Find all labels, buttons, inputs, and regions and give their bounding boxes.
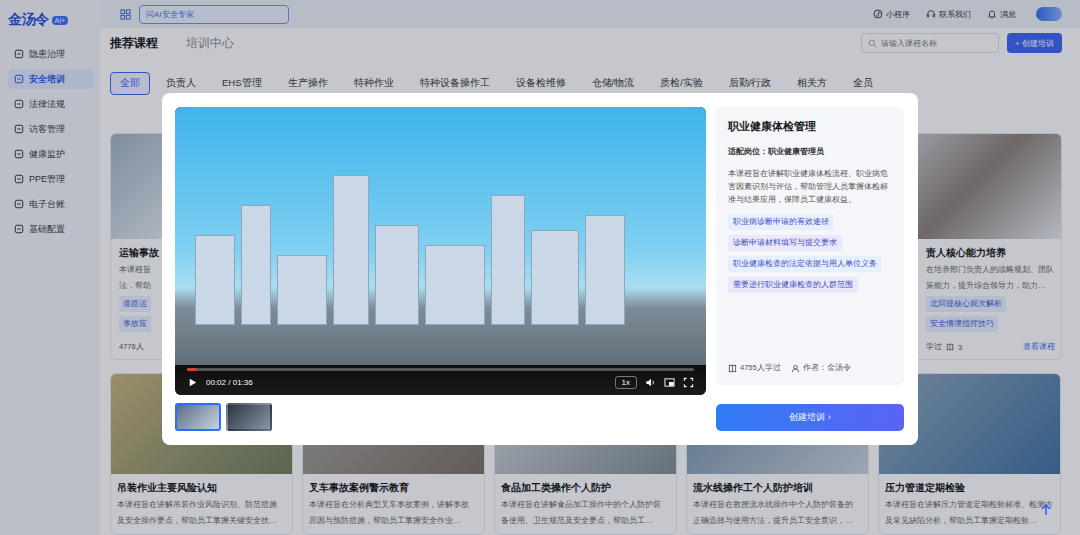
video-thumbnail[interactable] xyxy=(175,403,221,431)
back-to-top-icon[interactable] xyxy=(1038,502,1054,518)
video-thumbnail[interactable] xyxy=(226,403,272,431)
course-tag: 职业健康检查的法定依据与用人单位义务 xyxy=(728,256,882,272)
book-icon xyxy=(728,364,737,373)
learner-count: 4755人学过 xyxy=(740,363,781,373)
course-title: 职业健康体检管理 xyxy=(728,119,892,134)
course-tag: 需要进行职业健康检查的人群范围 xyxy=(728,277,858,293)
create-training-button[interactable]: 创建培训 › xyxy=(716,404,904,431)
course-author: 作者：金汤令 xyxy=(803,363,851,373)
volume-icon xyxy=(645,377,656,388)
thumbnail-strip xyxy=(175,403,706,431)
course-role: 适配岗位：职业健康管理员 xyxy=(728,146,892,157)
pip-icon xyxy=(664,377,675,388)
course-info: 职业健康体检管理适配岗位：职业健康管理员本课程旨在讲解职业健康体检流程、职业病危… xyxy=(716,107,904,385)
course-modal: 00:02 / 01:36 1x 职业健康体检管理适配岗位：职业健康管理员本课程旨在… xyxy=(162,93,918,445)
course-tag: 职业病诊断申请的有效途径 xyxy=(728,214,834,230)
course-tag: 诊断申请材料填写与提交要求 xyxy=(728,235,842,251)
play-icon xyxy=(187,377,198,388)
user-icon xyxy=(791,364,800,373)
video-player[interactable]: 00:02 / 01:36 1x xyxy=(175,107,706,395)
progress-fill xyxy=(187,368,197,371)
speed-button[interactable]: 1x xyxy=(615,376,637,389)
fullscreen-icon xyxy=(683,377,694,388)
progress-track[interactable] xyxy=(187,368,694,371)
video-frame[interactable] xyxy=(175,107,706,365)
course-description: 本课程旨在讲解职业健康体检流程、职业病危害因素识别与评估，帮助管理人员掌握体检标… xyxy=(728,167,892,206)
time-display: 00:02 / 01:36 xyxy=(206,378,253,387)
player-controls: 00:02 / 01:36 1x xyxy=(175,365,706,395)
